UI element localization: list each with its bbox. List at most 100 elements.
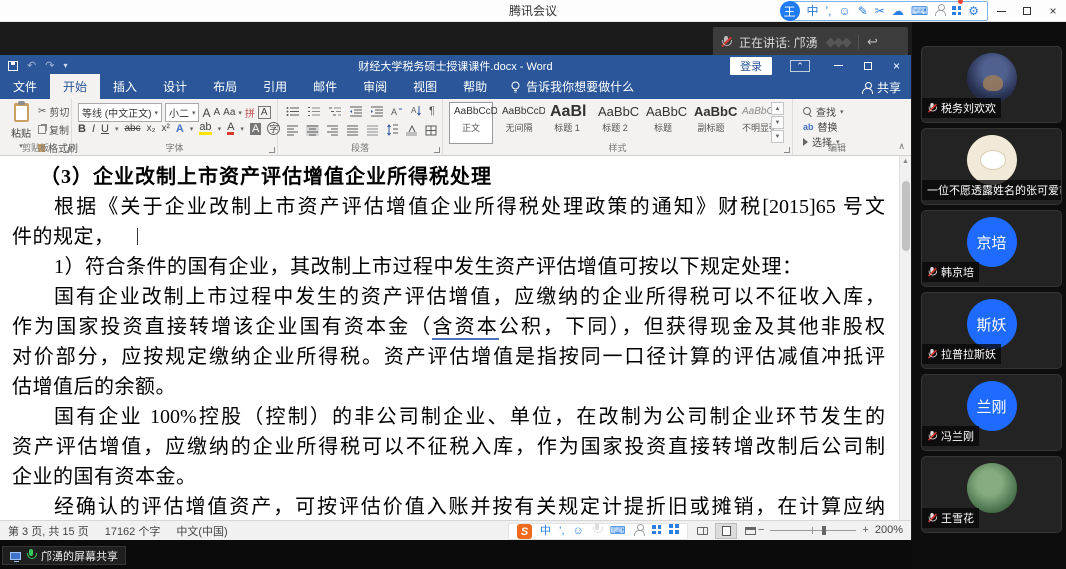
scrollbar-thumb[interactable] [902, 181, 910, 251]
phonetic-guide-button[interactable]: 拼 [245, 105, 255, 120]
tab-help[interactable]: 帮助 [450, 74, 500, 99]
tab-mailings[interactable]: 邮件 [300, 74, 350, 99]
ime-language-icon[interactable]: 中 [807, 1, 819, 21]
align-right-icon[interactable] [326, 125, 339, 136]
page-indicator[interactable]: 第 3 页, 共 15 页 [0, 523, 97, 539]
emoji-icon[interactable]: ☺ [839, 1, 851, 21]
font-size-combobox[interactable]: 小二 ▾ [164, 103, 200, 122]
minimize-button[interactable] [988, 0, 1014, 22]
scrollbar-up-icon[interactable]: ▲ [900, 156, 911, 168]
zoom-in-button[interactable]: + [862, 524, 868, 536]
font-color-button[interactable]: A [227, 122, 235, 135]
font-name-combobox[interactable]: 等线 (中文正文) ▾ [78, 103, 162, 122]
tab-view[interactable]: 视图 [400, 74, 450, 99]
tab-references[interactable]: 引用 [250, 74, 300, 99]
sign-in-button[interactable]: 登录 [730, 56, 772, 75]
voice-mic-icon[interactable] [592, 522, 603, 541]
style-heading1[interactable]: AaBl 标题 1 [545, 102, 589, 144]
keyboard-icon[interactable]: ⌨ [911, 1, 928, 21]
participant-tile[interactable]: 斯妖 拉普拉斯妖 [921, 292, 1062, 369]
italic-button[interactable]: I [92, 123, 95, 135]
tab-layout[interactable]: 布局 [200, 74, 250, 99]
participant-tile[interactable]: 税务刘欢欢 [921, 46, 1062, 123]
zoom-out-button[interactable]: − [758, 524, 764, 536]
bullet-list-icon[interactable] [286, 106, 300, 117]
change-case-button[interactable]: Aa [223, 107, 235, 118]
paragraph-marks-icon[interactable]: ¶ [429, 105, 435, 117]
document-page[interactable]: （3）企业改制上市资产评估增值企业所得税处理 根据《关于企业改制上市资产评估增值… [0, 156, 899, 520]
character-shading-button[interactable]: A [249, 122, 262, 135]
scissors-icon[interactable]: ✂ [875, 1, 885, 21]
character-border-button[interactable]: A [257, 106, 271, 119]
tab-review[interactable]: 审阅 [350, 74, 400, 99]
word-minimize-button[interactable] [824, 55, 853, 76]
multilevel-list-icon[interactable] [328, 106, 342, 117]
tab-file[interactable]: 文件 [0, 74, 50, 99]
ime-language-icon[interactable]: 中 [540, 524, 551, 539]
asian-layout-icon[interactable]: A [391, 106, 404, 117]
print-layout-button[interactable] [715, 523, 737, 539]
bold-button[interactable]: B [78, 123, 86, 135]
style-normal[interactable]: AaBbCcDc 正文 [449, 102, 503, 144]
grow-font-button[interactable]: A [202, 106, 210, 120]
strikethrough-button[interactable]: abc [124, 123, 140, 134]
ime-logo-icon[interactable]: 王 [779, 1, 800, 21]
word-restore-button[interactable] [853, 55, 882, 76]
reply-arrow-icon[interactable]: ↪ [867, 34, 878, 50]
sogou-ime-bar[interactable]: S 中 ’, ☺ ⌨ [508, 522, 688, 541]
tab-design[interactable]: 设计 [150, 74, 200, 99]
sogou-logo-icon[interactable]: S [517, 524, 532, 539]
ime-punctuation-icon[interactable]: ’, [559, 524, 565, 539]
subscript-button[interactable]: x₂ [147, 123, 156, 134]
emoji-icon[interactable]: ☺ [573, 524, 584, 539]
word-close-button[interactable]: × [882, 55, 911, 76]
styles-dialog-launcher-icon[interactable] [784, 147, 790, 153]
screen-share-banner[interactable]: 邝湧的屏幕共享 [2, 546, 126, 565]
superscript-button[interactable]: x² [162, 123, 170, 134]
text-effects-button[interactable]: A [176, 123, 184, 135]
tab-home[interactable]: 开始 [50, 74, 101, 99]
ime-punctuation-icon[interactable]: ’, [826, 1, 832, 21]
document-scrollbar[interactable]: ▲ [899, 156, 911, 520]
participant-tile[interactable]: 王雪花 [921, 456, 1062, 533]
participant-tile[interactable]: 兰刚 冯兰刚 [921, 374, 1062, 451]
style-no-spacing[interactable]: AaBbCcDc 无间隔 [497, 102, 551, 144]
font-dialog-launcher-icon[interactable] [269, 147, 275, 153]
ime-toolbar[interactable]: 王 中 ’, ☺ ✎ ✂ ☁ ⌨ ⚙ [779, 0, 988, 21]
language-indicator[interactable]: 中文(中国) [168, 523, 235, 539]
styles-scroll-down-icon[interactable]: ▼ [771, 116, 784, 129]
toolbox-grid-icon[interactable] [668, 524, 679, 539]
ime-settings-gear-icon[interactable]: ⚙ [968, 1, 979, 21]
ribbon-display-options-icon[interactable]: ⌃ [790, 59, 810, 72]
replace-button[interactable]: ab 替换 [803, 119, 838, 135]
justify-icon[interactable] [346, 125, 359, 136]
collapse-ribbon-icon[interactable]: ∧ [898, 141, 905, 152]
decrease-indent-icon[interactable] [349, 106, 363, 117]
account-person-icon[interactable] [935, 1, 947, 21]
find-button[interactable]: 查找 ▾ [803, 104, 844, 119]
styles-scroll-up-icon[interactable]: ▲ [771, 102, 784, 115]
word-count[interactable]: 17162 个字 [97, 523, 169, 539]
align-left-icon[interactable] [286, 125, 299, 136]
zoom-percentage[interactable]: 200% [875, 524, 903, 536]
style-heading2[interactable]: AaBbC 标题 2 [593, 102, 639, 144]
zoom-slider-thumb[interactable] [822, 525, 827, 535]
tab-insert[interactable]: 插入 [100, 74, 150, 99]
borders-icon[interactable] [425, 125, 437, 136]
person-icon[interactable] [633, 523, 645, 540]
increase-indent-icon[interactable] [370, 106, 384, 117]
clipboard-dialog-launcher-icon[interactable] [63, 147, 69, 153]
handwriting-pen-icon[interactable]: ✎ [858, 1, 868, 21]
highlight-color-button[interactable]: ab [199, 122, 212, 135]
share-button[interactable]: 共享 [861, 79, 901, 96]
style-subtle-emphasis[interactable]: AaBbCcD不明显强调 [737, 102, 774, 144]
zoom-slider[interactable] [770, 525, 857, 535]
keyboard-icon[interactable]: ⌨ [610, 524, 626, 539]
skin-icon[interactable] [952, 0, 964, 21]
participant-tile[interactable]: 一位不愿透露姓名的张可爱市民 [921, 128, 1062, 205]
underline-button[interactable]: U [101, 123, 109, 135]
close-button[interactable]: × [1040, 0, 1066, 22]
tell-me-box[interactable]: 告诉我你想要做什么 [500, 74, 644, 99]
participant-tile[interactable]: 京培 韩京培 [921, 210, 1062, 287]
align-center-icon[interactable] [306, 124, 319, 136]
